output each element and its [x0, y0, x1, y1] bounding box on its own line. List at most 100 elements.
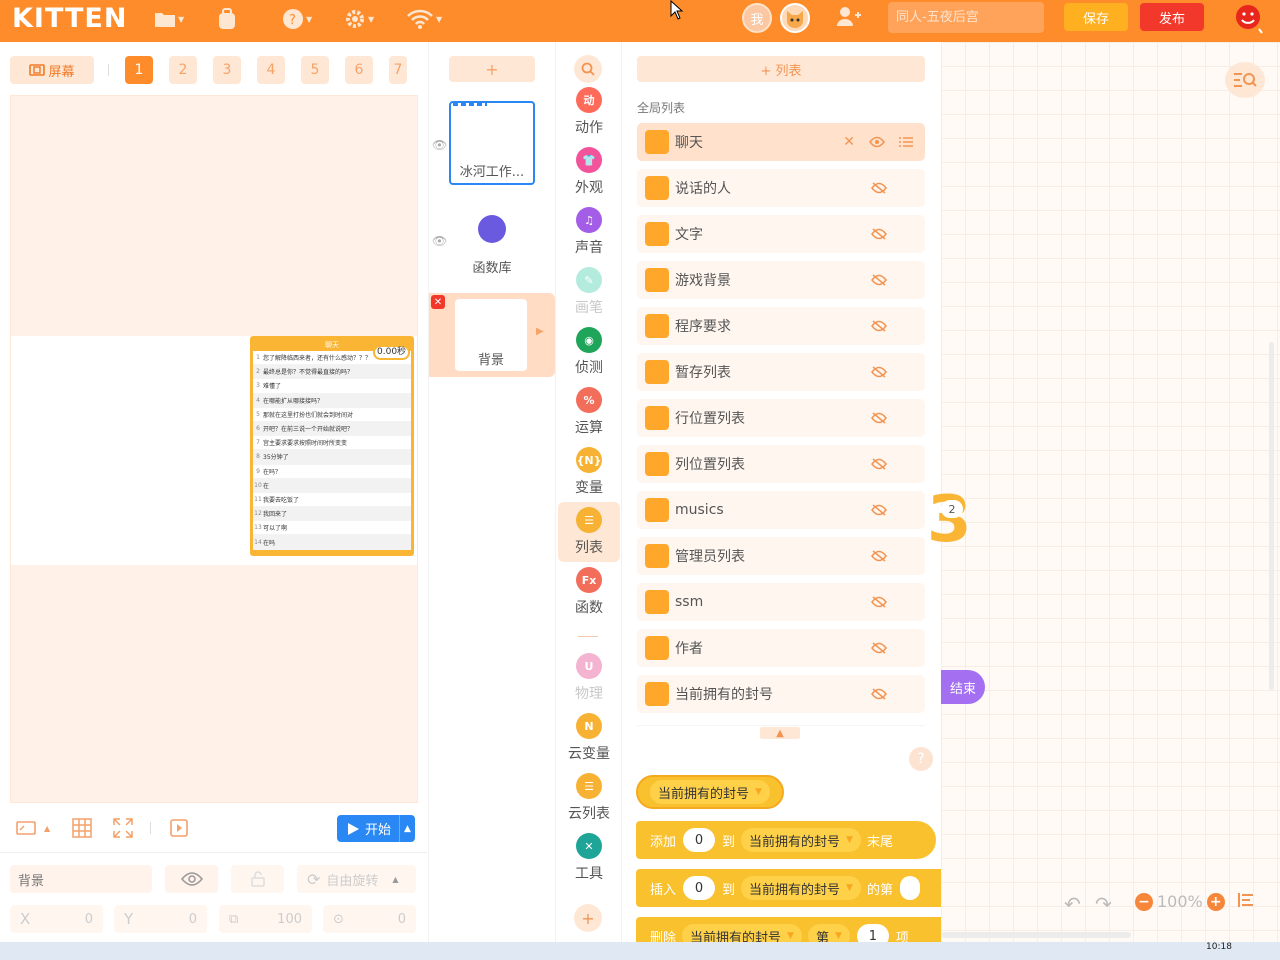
screen-button[interactable]: 屏幕 [10, 56, 94, 84]
start-run[interactable]: 开始 [337, 815, 399, 842]
my-avatar[interactable]: 我 [742, 3, 772, 33]
direction-field[interactable]: ⊙ 0 [323, 905, 416, 933]
delete-icon[interactable]: ✕ [431, 295, 445, 309]
list-dropdown[interactable]: 当前拥有的封号 ▼ [650, 780, 770, 804]
end-block[interactable]: 结束 [941, 670, 985, 704]
category-10[interactable]: N 云变量 [558, 708, 620, 768]
lock-toggle[interactable] [231, 865, 284, 893]
eye-icon[interactable] [869, 136, 885, 148]
index-input[interactable]: 1 [856, 924, 889, 942]
screen-tab-5[interactable]: 5 [301, 56, 329, 84]
screen-tab-6[interactable]: 6 [345, 56, 373, 84]
search-blocks-button[interactable] [574, 55, 602, 83]
fullscreen-button[interactable] [113, 815, 133, 841]
eye-off-icon[interactable] [871, 228, 887, 240]
aspect-ratio-button[interactable]: ▲ [16, 815, 50, 841]
rotation-mode-select[interactable]: ⟳ 自由旋转 ▲ [297, 865, 416, 893]
publish-button[interactable]: 发布 [1140, 3, 1204, 31]
category-1[interactable]: 👕 外观 [558, 142, 620, 202]
screen-tab-2[interactable]: 2 [169, 56, 197, 84]
background-card[interactable]: ✕ 背景 ▶ [429, 293, 555, 377]
category-8[interactable]: Fx 函数 [558, 562, 620, 622]
visibility-toggle[interactable] [165, 865, 218, 893]
list-dropdown[interactable]: 当前拥有的封号 ▼ [741, 876, 861, 900]
hidden-eye-icon[interactable]: 👁 [432, 138, 447, 152]
list-item[interactable]: 作者 [637, 629, 925, 667]
category-5[interactable]: % 运算 [558, 382, 620, 442]
help-icon[interactable]: ? [909, 747, 933, 771]
start-button[interactable]: 开始 ▲ [337, 815, 415, 842]
record-button[interactable] [169, 815, 189, 841]
screen-tab-3[interactable]: 3 [213, 56, 241, 84]
eye-off-icon[interactable] [871, 550, 887, 562]
help-menu[interactable]: ? ▼ [282, 8, 312, 30]
list-reporter-block[interactable]: 当前拥有的封号 ▼ [636, 775, 784, 809]
list-item[interactable]: 游戏背景 [637, 261, 925, 299]
zoom-out-button[interactable]: − [1135, 892, 1153, 911]
save-button[interactable]: 保存 [1064, 3, 1128, 31]
search-workspace-button[interactable] [1225, 62, 1265, 98]
value-input[interactable]: 0 [683, 828, 716, 852]
list-item[interactable]: 程序要求 [637, 307, 925, 345]
eye-off-icon[interactable] [871, 320, 887, 332]
eye-off-icon[interactable] [871, 688, 887, 700]
category-3[interactable]: ✎ 画笔 [558, 262, 620, 322]
eye-off-icon[interactable] [871, 182, 887, 194]
delete-from-list-block[interactable]: 删除 当前拥有的封号 ▼ 第 ▼ 1 项 [636, 917, 941, 942]
eye-off-icon[interactable] [871, 642, 887, 654]
add-to-list-block[interactable]: 添加 0 到 当前拥有的封号 ▼ 末尾 [636, 821, 936, 859]
organize-blocks-button[interactable] [1237, 892, 1255, 913]
project-title-input[interactable] [888, 2, 1044, 33]
collapse-lists-button[interactable]: ▲ [760, 727, 800, 739]
sprite-card-function-lib[interactable]: 函数库 [449, 197, 535, 281]
list-item[interactable]: 暂存列表 [637, 353, 925, 391]
list-monitor-chat[interactable]: 聊天 1 您了解降临西来者，还有什么感动？？？ 2 最终总是你？不觉得最直接的吗？ 3 难… [250, 336, 414, 556]
sprite-card-iceriver[interactable]: 冰河工作... [449, 101, 535, 185]
list-item[interactable]: 聊天 ✕ [637, 123, 925, 161]
zoom-in-button[interactable]: + [1206, 892, 1225, 911]
category-2[interactable]: ♫ 声音 [558, 202, 620, 262]
sprite-name-field[interactable]: 背景 [10, 865, 152, 893]
index-input[interactable] [899, 876, 920, 900]
eye-off-icon[interactable] [871, 366, 887, 378]
eye-off-icon[interactable] [871, 412, 887, 424]
eye-off-icon[interactable] [871, 274, 887, 286]
category-12[interactable]: ✕ 工具 [558, 828, 620, 888]
folder-menu[interactable]: ▼ [154, 8, 184, 30]
category-9[interactable]: U 物理 [558, 648, 620, 708]
redo-button[interactable]: ↷ [1095, 892, 1112, 916]
new-list-button[interactable]: + 列表 [637, 56, 925, 82]
screen-tab-4[interactable]: 4 [257, 56, 285, 84]
settings-menu[interactable]: ▼ [344, 8, 374, 30]
list-item[interactable]: musics [637, 491, 925, 529]
eye-off-icon[interactable] [871, 458, 887, 470]
hidden-eye-icon[interactable]: 👁 [432, 234, 447, 248]
stage-canvas[interactable]: 聊天 1 您了解降临西来者，还有什么感动？？？ 2 最终总是你？不觉得最直接的吗？ 3 难… [10, 95, 418, 803]
list-dropdown[interactable]: 当前拥有的封号 ▼ [682, 924, 802, 942]
insert-to-list-block[interactable]: 插入 0 到 当前拥有的封号 ▼ 的第 [636, 869, 941, 907]
category-6[interactable]: {N} 变量 [558, 442, 620, 502]
screen-tab-7[interactable]: 7 [389, 56, 407, 84]
list-item[interactable]: 说话的人 [637, 169, 925, 207]
list-icon[interactable] [899, 136, 913, 148]
vertical-scrollbar[interactable] [1269, 342, 1274, 690]
add-collaborator-button[interactable] [836, 6, 862, 32]
collaborator-avatar[interactable] [780, 3, 810, 33]
list-item[interactable]: 文字 [637, 215, 925, 253]
list-item[interactable]: 列位置列表 [637, 445, 925, 483]
category-4[interactable]: ◉ 侦测 [558, 322, 620, 382]
list-item[interactable]: ssm [637, 583, 925, 621]
y-position-field[interactable]: Y 0 [114, 905, 207, 933]
grid-button[interactable] [72, 815, 92, 841]
wifi-menu[interactable]: ▼ [406, 8, 442, 30]
size-field[interactable]: ⧉ 100 [219, 905, 312, 933]
screen-tab-1[interactable]: 1 [125, 56, 153, 84]
close-icon[interactable]: ✕ [843, 134, 855, 150]
category-0[interactable]: 动动作 [558, 82, 620, 142]
list-item[interactable]: 当前拥有的封号 [637, 675, 925, 713]
x-position-field[interactable]: X 0 [10, 905, 103, 933]
code-workspace[interactable]: 3 2 结束 ↶ ↷ − 100% + [927, 42, 1280, 942]
eye-off-icon[interactable] [871, 504, 887, 516]
position-dropdown[interactable]: 第 ▼ [807, 924, 850, 942]
list-dropdown[interactable]: 当前拥有的封号 ▼ [741, 828, 861, 852]
